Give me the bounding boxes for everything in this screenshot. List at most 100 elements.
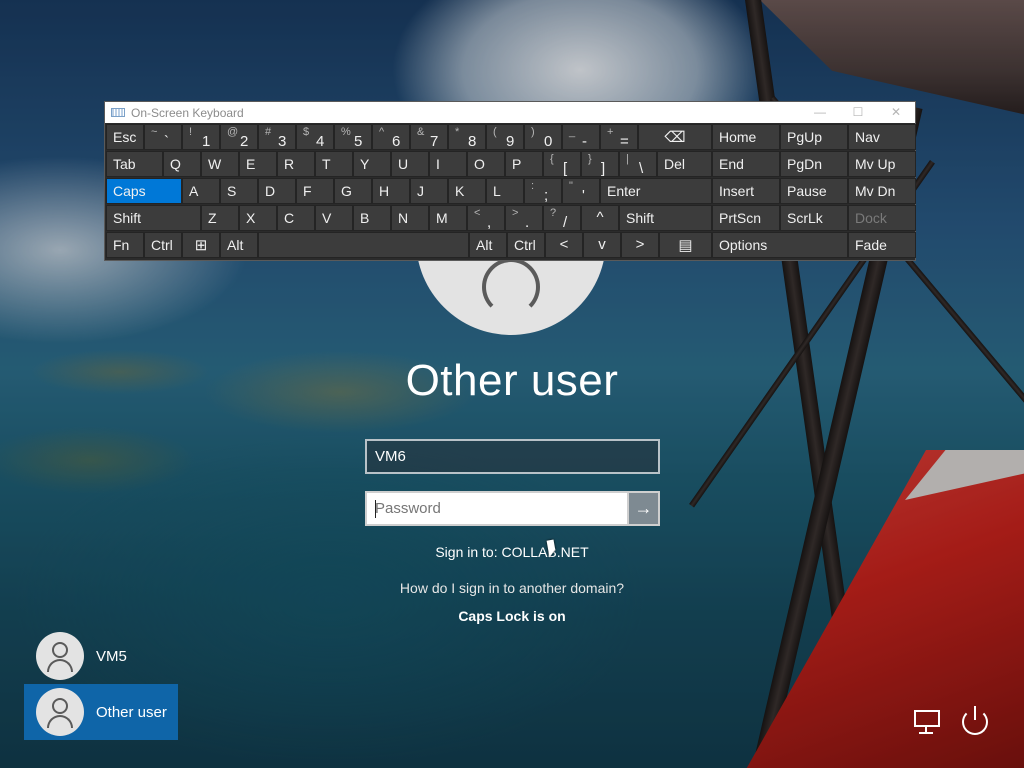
key-pause[interactable]: Pause — [780, 178, 848, 204]
key-e[interactable]: E — [239, 151, 277, 177]
key-prtscn[interactable]: PrtScn — [712, 205, 780, 231]
minimize-button[interactable]: — — [801, 102, 839, 123]
key-fn[interactable]: Fn — [106, 232, 144, 258]
key-symbol[interactable]: ⌫ — [638, 124, 712, 150]
key-mv-dn[interactable]: Mv Dn — [848, 178, 916, 204]
key-symbol[interactable]: " ' — [562, 178, 600, 204]
key-8[interactable]: * 8 — [448, 124, 486, 150]
maximize-button[interactable]: ☐ — [839, 102, 877, 123]
key-label: S — [227, 183, 237, 199]
submit-button[interactable]: → — [627, 491, 660, 526]
key-options[interactable]: Options — [712, 232, 848, 258]
user-entry-vm5[interactable]: VM5 — [24, 628, 178, 684]
key-k[interactable]: K — [448, 178, 486, 204]
key-shift-label: : — [531, 180, 535, 192]
key-p[interactable]: P — [505, 151, 543, 177]
key-caps[interactable]: Caps — [106, 178, 182, 204]
key-symbol[interactable]: + = — [600, 124, 638, 150]
key-z[interactable]: Z — [201, 205, 239, 231]
key-symbol[interactable]: {[ — [543, 151, 581, 177]
key-label: Alt — [227, 237, 244, 253]
key-glyph-icon: < — [559, 236, 569, 253]
key-ctrl[interactable]: Ctrl — [144, 232, 182, 258]
close-button[interactable]: ✕ — [877, 102, 915, 123]
key-a[interactable]: A — [182, 178, 220, 204]
key-symbol[interactable]: | \ — [619, 151, 657, 177]
key-o[interactable]: O — [467, 151, 505, 177]
key-ctrl[interactable]: Ctrl — [507, 232, 545, 258]
key-enter[interactable]: Enter — [600, 178, 712, 204]
on-screen-keyboard-window[interactable]: On-Screen Keyboard — ☐ ✕ Esc ~ `! 1 @2 #3 $4% 5… — [104, 101, 916, 261]
key-n[interactable]: N — [391, 205, 429, 231]
key-shift[interactable]: Shift — [106, 205, 201, 231]
key-pgdn[interactable]: PgDn — [780, 151, 848, 177]
key-s[interactable]: S — [220, 178, 258, 204]
key-m[interactable]: M — [429, 205, 467, 231]
key-c[interactable]: C — [277, 205, 315, 231]
key-alt[interactable]: Alt — [469, 232, 507, 258]
key-alt[interactable]: Alt — [220, 232, 258, 258]
key-del[interactable]: Del — [657, 151, 712, 177]
key-f[interactable]: F — [296, 178, 334, 204]
key-symbol[interactable]: }] — [581, 151, 619, 177]
key-4[interactable]: $4 — [296, 124, 334, 150]
key-symbol[interactable]: ~ ` — [144, 124, 182, 150]
key-symbol[interactable]: <, — [467, 205, 505, 231]
key-end[interactable]: End — [712, 151, 780, 177]
key-3[interactable]: #3 — [258, 124, 296, 150]
key-v[interactable]: V — [315, 205, 353, 231]
key-1[interactable]: ! 1 — [182, 124, 220, 150]
key-j[interactable]: J — [410, 178, 448, 204]
key-esc[interactable]: Esc — [106, 124, 144, 150]
key-tab[interactable]: Tab — [106, 151, 163, 177]
key-5[interactable]: % 5 — [334, 124, 372, 150]
key-space[interactable] — [258, 232, 469, 258]
key-y[interactable]: Y — [353, 151, 391, 177]
key-mv-up[interactable]: Mv Up — [848, 151, 916, 177]
key-u[interactable]: U — [391, 151, 429, 177]
key-home[interactable]: Home — [712, 124, 780, 150]
password-field[interactable]: Password — [365, 491, 627, 526]
key-b[interactable]: B — [353, 205, 391, 231]
key-scrlk[interactable]: ScrLk — [780, 205, 848, 231]
key-g[interactable]: G — [334, 178, 372, 204]
key-symbol[interactable]: > — [621, 232, 659, 258]
key-0[interactable]: ) 0 — [524, 124, 562, 150]
key-symbol[interactable]: >. — [505, 205, 543, 231]
key-insert[interactable]: Insert — [712, 178, 780, 204]
username-field[interactable]: VM6 — [365, 439, 660, 474]
key-symbol[interactable]: _ - — [562, 124, 600, 150]
key-fade[interactable]: Fade — [848, 232, 916, 258]
key-d[interactable]: D — [258, 178, 296, 204]
key-q[interactable]: Q — [163, 151, 201, 177]
key-i[interactable]: I — [429, 151, 467, 177]
network-icon[interactable] — [911, 706, 945, 738]
key-label: \ — [639, 160, 644, 177]
key-symbol[interactable]: :; — [524, 178, 562, 204]
key-v[interactable]: v — [583, 232, 621, 258]
key-h[interactable]: H — [372, 178, 410, 204]
key-2[interactable]: @2 — [220, 124, 258, 150]
key-x[interactable]: X — [239, 205, 277, 231]
key-9[interactable]: (9 — [486, 124, 524, 150]
user-entry-other-user[interactable]: Other user — [24, 684, 178, 740]
key-label: K — [455, 183, 465, 199]
osk-titlebar[interactable]: On-Screen Keyboard — ☐ ✕ — [105, 102, 915, 123]
key-symbol[interactable]: ⊞ — [182, 232, 220, 258]
key-r[interactable]: R — [277, 151, 315, 177]
key-symbol[interactable]: ^ — [581, 205, 619, 231]
key-dock[interactable]: Dock — [848, 205, 916, 231]
key-symbol[interactable]: ? / — [543, 205, 581, 231]
key-l[interactable]: L — [486, 178, 524, 204]
key-symbol[interactable]: < — [545, 232, 583, 258]
key-7[interactable]: & 7 — [410, 124, 448, 150]
key-shift[interactable]: Shift — [619, 205, 712, 231]
key-nav[interactable]: Nav — [848, 124, 916, 150]
key-t[interactable]: T — [315, 151, 353, 177]
key-w[interactable]: W — [201, 151, 239, 177]
key-6[interactable]: ^ 6 — [372, 124, 410, 150]
key-symbol[interactable]: ▤ — [659, 232, 712, 258]
other-domain-link[interactable]: How do I sign in to another domain? — [0, 580, 1024, 596]
power-icon[interactable] — [960, 706, 994, 738]
key-pgup[interactable]: PgUp — [780, 124, 848, 150]
